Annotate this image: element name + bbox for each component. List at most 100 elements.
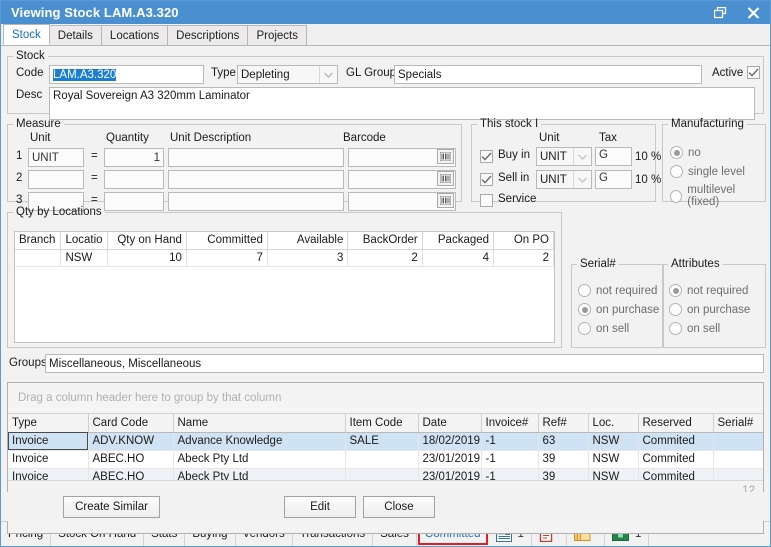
sell-in-tax-pct: 10 % xyxy=(635,174,661,186)
active-checkbox[interactable] xyxy=(747,66,760,79)
serial-option-on-sell-label: on sell xyxy=(596,323,629,335)
col-invoice-number[interactable]: Invoice# xyxy=(481,414,538,432)
restore-button[interactable] xyxy=(704,1,737,24)
cell-ref-number: 39 xyxy=(538,450,588,468)
col-ref-number[interactable]: Ref# xyxy=(538,414,588,432)
manufacturing-option-multilevel[interactable]: multilevel (fixed) xyxy=(670,184,765,208)
buy-in-unit-value: UNIT xyxy=(540,151,567,163)
manufacturing-option-single-level-label: single level xyxy=(688,166,745,178)
top-tab-strip: Stock Details Locations Descriptions Pro… xyxy=(1,24,770,46)
radio-icon xyxy=(578,303,591,316)
qty-cell-packaged: 4 xyxy=(422,249,493,266)
this-stock-group: This stock I Unit Tax Buy in UNIT G 10 %… xyxy=(471,118,656,202)
this-stock-tax-header: Tax xyxy=(599,132,617,144)
qty-locations-grid[interactable]: Branch Locatio Qty on Hand Committed Ava… xyxy=(14,231,555,343)
tab-locations-label: Locations xyxy=(110,30,159,42)
buy-in-checkbox[interactable] xyxy=(480,150,493,163)
qty-grid-header-row: Branch Locatio Qty on Hand Committed Ava… xyxy=(15,232,554,249)
tab-details[interactable]: Details xyxy=(49,25,102,45)
qty-col-qty-on-hand[interactable]: Qty on Hand xyxy=(107,232,186,249)
col-loc[interactable]: Loc. xyxy=(588,414,638,432)
attributes-option-on-sell[interactable]: on sell xyxy=(669,322,750,335)
attributes-option-not-required[interactable]: not required xyxy=(669,284,750,297)
create-similar-button[interactable]: Create Similar xyxy=(63,496,160,518)
table-row[interactable]: Invoice ABEC.HO Abeck Pty Ltd 23/01/2019… xyxy=(8,450,764,468)
edit-button[interactable]: Edit xyxy=(284,496,356,518)
measure-unit-input[interactable]: UNIT xyxy=(28,148,84,167)
manufacturing-option-no[interactable]: no xyxy=(670,146,765,159)
qty-col-available[interactable]: Available xyxy=(267,232,347,249)
col-type[interactable]: Type xyxy=(8,414,88,432)
radio-icon xyxy=(578,322,591,335)
table-row[interactable]: NSW 10 7 3 2 4 2 xyxy=(15,249,554,266)
serial-option-on-purchase-label: on purchase xyxy=(596,304,659,316)
chevron-down-icon xyxy=(573,148,591,165)
qty-cell-qty-on-hand: 10 xyxy=(107,249,186,266)
attributes-option-on-purchase-label: on purchase xyxy=(687,304,750,316)
service-label: Service xyxy=(498,193,536,205)
qty-col-backorder[interactable]: BackOrder xyxy=(348,232,422,249)
serial-option-not-required[interactable]: not required xyxy=(578,284,659,297)
buy-in-tax-pct: 10 % xyxy=(635,151,661,163)
desc-input[interactable]: Royal Sovereign A3 320mm Laminator xyxy=(49,87,755,120)
qty-cell-committed: 7 xyxy=(186,249,267,266)
qty-col-on-po[interactable]: On PO xyxy=(494,232,554,249)
type-select-value: Depleting xyxy=(241,69,290,81)
tab-stock[interactable]: Stock xyxy=(3,24,50,45)
sell-in-unit-select[interactable]: UNIT xyxy=(536,170,592,189)
active-label: Active xyxy=(712,67,743,79)
desc-value: Royal Sovereign A3 320mm Laminator xyxy=(53,90,250,102)
window-titlebar: Viewing Stock LAM.A3.320 xyxy=(1,1,770,24)
manufacturing-option-single-level[interactable]: single level xyxy=(670,165,765,178)
sell-in-checkbox[interactable] xyxy=(480,173,493,186)
measure-unit-description-input[interactable] xyxy=(168,170,344,189)
this-stock-group-legend: This stock I xyxy=(477,118,541,130)
barcode-icon[interactable] xyxy=(437,171,454,186)
col-item-code[interactable]: Item Code xyxy=(345,414,418,432)
col-date[interactable]: Date xyxy=(418,414,481,432)
buy-in-label: Buy in xyxy=(498,149,530,161)
groups-input[interactable]: Miscellaneous, Miscellaneous xyxy=(45,354,764,373)
window-title: Viewing Stock LAM.A3.320 xyxy=(11,5,179,20)
buy-in-unit-select[interactable]: UNIT xyxy=(536,147,592,166)
chevron-down-icon xyxy=(319,66,337,83)
close-button-footer[interactable]: Close xyxy=(363,496,435,518)
table-header-row: Type Card Code Name Item Code Date Invoi… xyxy=(8,414,764,432)
qty-col-committed[interactable]: Committed xyxy=(186,232,267,249)
qty-col-location[interactable]: Locatio xyxy=(61,232,107,249)
radio-icon xyxy=(578,284,591,297)
col-reserved[interactable]: Reserved xyxy=(638,414,713,432)
col-serial-number[interactable]: Serial# xyxy=(713,414,764,432)
barcode-icon[interactable] xyxy=(437,149,454,164)
qty-by-locations-legend: Qty by Locations xyxy=(13,206,105,218)
cell-date: 18/02/2019 xyxy=(418,432,481,450)
sell-in-tax-input[interactable]: G xyxy=(595,170,632,189)
col-card-code[interactable]: Card Code xyxy=(88,414,173,432)
tab-projects[interactable]: Projects xyxy=(247,25,307,45)
buy-in-tax-input[interactable]: G xyxy=(595,147,632,166)
code-input[interactable]: LAM.A3.320 xyxy=(49,65,204,84)
close-button[interactable] xyxy=(737,1,770,24)
measure-quantity-input[interactable] xyxy=(104,170,164,189)
serial-option-on-purchase[interactable]: on purchase xyxy=(578,303,659,316)
measure-quantity-input[interactable]: 1 xyxy=(104,148,164,167)
measure-group-legend: Measure xyxy=(13,118,64,130)
tab-descriptions[interactable]: Descriptions xyxy=(167,25,248,45)
type-select[interactable]: Depleting xyxy=(237,65,338,84)
code-label: Code xyxy=(16,67,44,79)
measure-equals-sign: = xyxy=(91,194,98,206)
attributes-option-on-purchase[interactable]: on purchase xyxy=(669,303,750,316)
qty-cell-available: 3 xyxy=(267,249,347,266)
cell-name: Advance Knowledge xyxy=(173,432,345,450)
gl-group-input[interactable]: Specials xyxy=(394,65,702,84)
col-name[interactable]: Name xyxy=(173,414,345,432)
group-panel[interactable]: Drag a column header here to group by th… xyxy=(8,383,763,414)
cell-type: Invoice xyxy=(8,450,88,468)
measure-unit-description-input[interactable] xyxy=(168,148,344,167)
tab-locations[interactable]: Locations xyxy=(101,25,168,45)
qty-col-branch[interactable]: Branch xyxy=(15,232,61,249)
qty-col-packaged[interactable]: Packaged xyxy=(422,232,493,249)
measure-unit-input[interactable] xyxy=(28,170,84,189)
serial-option-on-sell[interactable]: on sell xyxy=(578,322,659,335)
table-row[interactable]: Invoice ADV.KNOW Advance Knowledge SALE … xyxy=(8,432,764,450)
